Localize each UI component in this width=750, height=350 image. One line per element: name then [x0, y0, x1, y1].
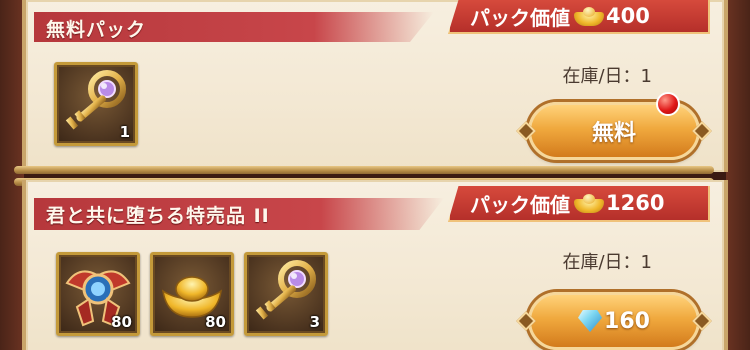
item-quantity: 80: [111, 313, 132, 331]
reward-item-emblem[interactable]: 80: [56, 252, 140, 336]
button-price: 160: [604, 308, 650, 334]
reward-item-gold-ingot[interactable]: 80: [150, 252, 234, 336]
gold-ingot-icon: [574, 193, 604, 213]
button-ornament-left: [516, 311, 536, 331]
button-label: 無料: [591, 121, 636, 146]
pack-value-amount: 1260: [606, 191, 665, 215]
reward-item-golden-key[interactable]: 1: [54, 62, 138, 146]
diamond-gem-icon: [578, 310, 603, 332]
pack-card-free: 無料パック パック価値 400 1 在庫/日：1 無料: [22, 0, 728, 172]
button-ornament-left: [516, 121, 536, 141]
item-quantity: 1: [119, 123, 130, 141]
pack-title-band: 君と共に堕ちる特売品 II: [34, 198, 444, 230]
pack-value-tag: パック価値 1260: [448, 186, 710, 222]
pack-value-label: パック価値: [470, 5, 570, 30]
reward-item-golden-key[interactable]: 3: [244, 252, 328, 336]
button-ornament-right: [692, 311, 712, 331]
item-quantity: 3: [309, 313, 320, 331]
frame-right: [726, 0, 750, 350]
button-ornament-right: [692, 121, 712, 141]
pack-value-amount: 400: [606, 4, 650, 28]
buy-with-diamonds-button[interactable]: 160: [516, 292, 712, 350]
gold-ingot-icon: [574, 6, 604, 26]
pack-value-tag: パック価値 400: [448, 0, 710, 34]
pack-title-band: 無料パック: [34, 12, 434, 42]
pack-card-sale: 君と共に堕ちる特売品 II パック価値 1260 80 80 3 在庫/日：1 …: [22, 180, 728, 350]
notification-dot-icon: [656, 92, 680, 116]
pack-value-label: パック価値: [470, 192, 570, 217]
pack-title: 君と共に堕ちる特売品 II: [46, 205, 270, 227]
divider: [14, 166, 714, 174]
pack-title: 無料パック: [46, 19, 147, 41]
daily-stock-label: 在庫/日：1: [562, 252, 652, 273]
item-quantity: 80: [205, 313, 226, 331]
daily-stock-label: 在庫/日：1: [562, 66, 652, 87]
frame-left: [0, 0, 24, 350]
